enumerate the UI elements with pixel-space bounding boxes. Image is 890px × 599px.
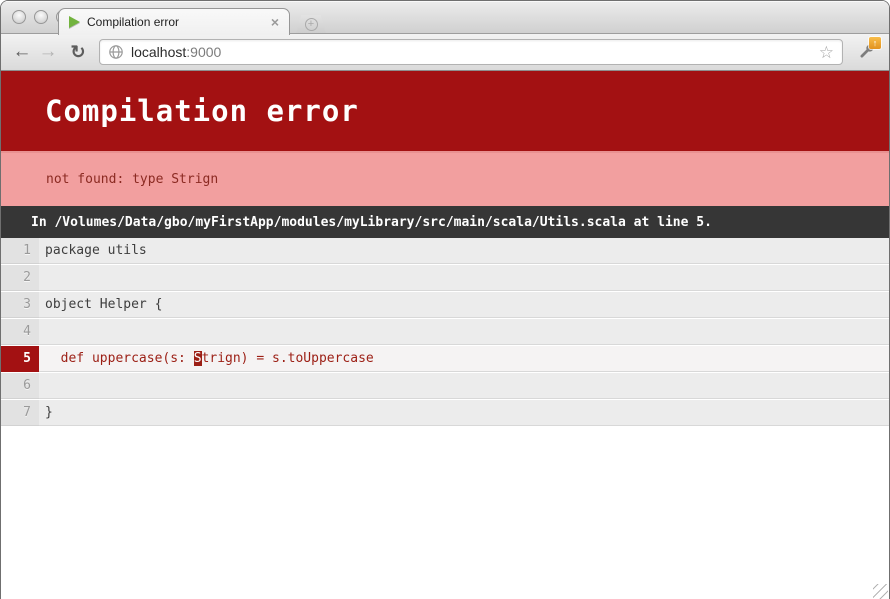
error-location: In /Volumes/Data/gbo/myFirstApp/modules/… bbox=[1, 215, 712, 230]
tab-compilation-error[interactable]: Compilation error × bbox=[58, 8, 290, 35]
window-close-button[interactable] bbox=[12, 10, 26, 24]
plus-icon: + bbox=[305, 18, 318, 31]
code-line: 3 object Helper { bbox=[1, 292, 889, 319]
tab-close-icon[interactable]: × bbox=[269, 15, 281, 29]
back-button[interactable]: ← bbox=[9, 39, 35, 65]
line-number: 3 bbox=[1, 292, 39, 318]
url-text[interactable]: localhost:9000 bbox=[131, 44, 221, 60]
code-line: 7 } bbox=[1, 400, 889, 427]
line-content: package utils bbox=[39, 238, 889, 264]
code-line: 6 bbox=[1, 373, 889, 400]
code-line-error: 5 def uppercase(s: Strign) = s.toUpperca… bbox=[1, 346, 889, 373]
line-content: object Helper { bbox=[39, 292, 889, 318]
error-message: not found: type Strign bbox=[1, 172, 218, 187]
play-favicon-icon bbox=[69, 16, 80, 28]
titlebar[interactable]: Compilation error × + bbox=[1, 1, 889, 34]
update-badge: ↑ bbox=[869, 37, 881, 49]
globe-icon bbox=[108, 44, 124, 60]
browser-toolbar: ← → ↻ localhost:9000 ☆ ↑ bbox=[1, 34, 889, 71]
code-before-marker: def uppercase(s: bbox=[45, 351, 194, 366]
line-number: 1 bbox=[1, 238, 39, 264]
url-host: localhost bbox=[131, 44, 186, 60]
error-line-content: def uppercase(s: Strign) = s.toUppercase bbox=[39, 346, 889, 372]
address-bar[interactable]: localhost:9000 ☆ bbox=[99, 39, 843, 65]
tab-title: Compilation error bbox=[87, 15, 269, 29]
line-number: 2 bbox=[1, 265, 39, 291]
code-after-marker: trign) = s.toUppercase bbox=[202, 351, 374, 366]
page-title: Compilation error bbox=[1, 94, 359, 128]
error-page: Compilation error not found: type Strign… bbox=[1, 71, 889, 599]
line-content bbox=[39, 373, 889, 399]
resize-grip[interactable] bbox=[873, 584, 888, 599]
line-content: } bbox=[39, 400, 889, 426]
line-number: 4 bbox=[1, 319, 39, 345]
line-content bbox=[39, 319, 889, 345]
code-line: 2 bbox=[1, 265, 889, 292]
error-header: Compilation error bbox=[1, 71, 889, 151]
code-line: 4 bbox=[1, 319, 889, 346]
line-number: 6 bbox=[1, 373, 39, 399]
code-line: 1 package utils bbox=[1, 238, 889, 265]
line-number: 7 bbox=[1, 400, 39, 426]
update-arrow-icon: ↑ bbox=[873, 39, 878, 48]
bookmark-star-icon[interactable]: ☆ bbox=[819, 44, 834, 61]
error-marker: S bbox=[194, 351, 202, 366]
line-content bbox=[39, 265, 889, 291]
code-listing: 1 package utils 2 3 object Helper { 4 5 … bbox=[1, 238, 889, 427]
menu-wrench-button[interactable]: ↑ bbox=[851, 38, 881, 66]
new-tab-button[interactable]: + bbox=[296, 15, 326, 33]
error-line-number: 5 bbox=[1, 346, 39, 372]
error-location-bar: In /Volumes/Data/gbo/myFirstApp/modules/… bbox=[1, 206, 889, 238]
window-minimize-button[interactable] bbox=[34, 10, 48, 24]
reload-button[interactable]: ↻ bbox=[65, 39, 91, 65]
error-message-bar: not found: type Strign bbox=[1, 151, 889, 206]
browser-window: Compilation error × + ← → ↻ localhost:90… bbox=[0, 0, 890, 599]
forward-button[interactable]: → bbox=[35, 39, 61, 65]
url-port: :9000 bbox=[186, 44, 221, 60]
